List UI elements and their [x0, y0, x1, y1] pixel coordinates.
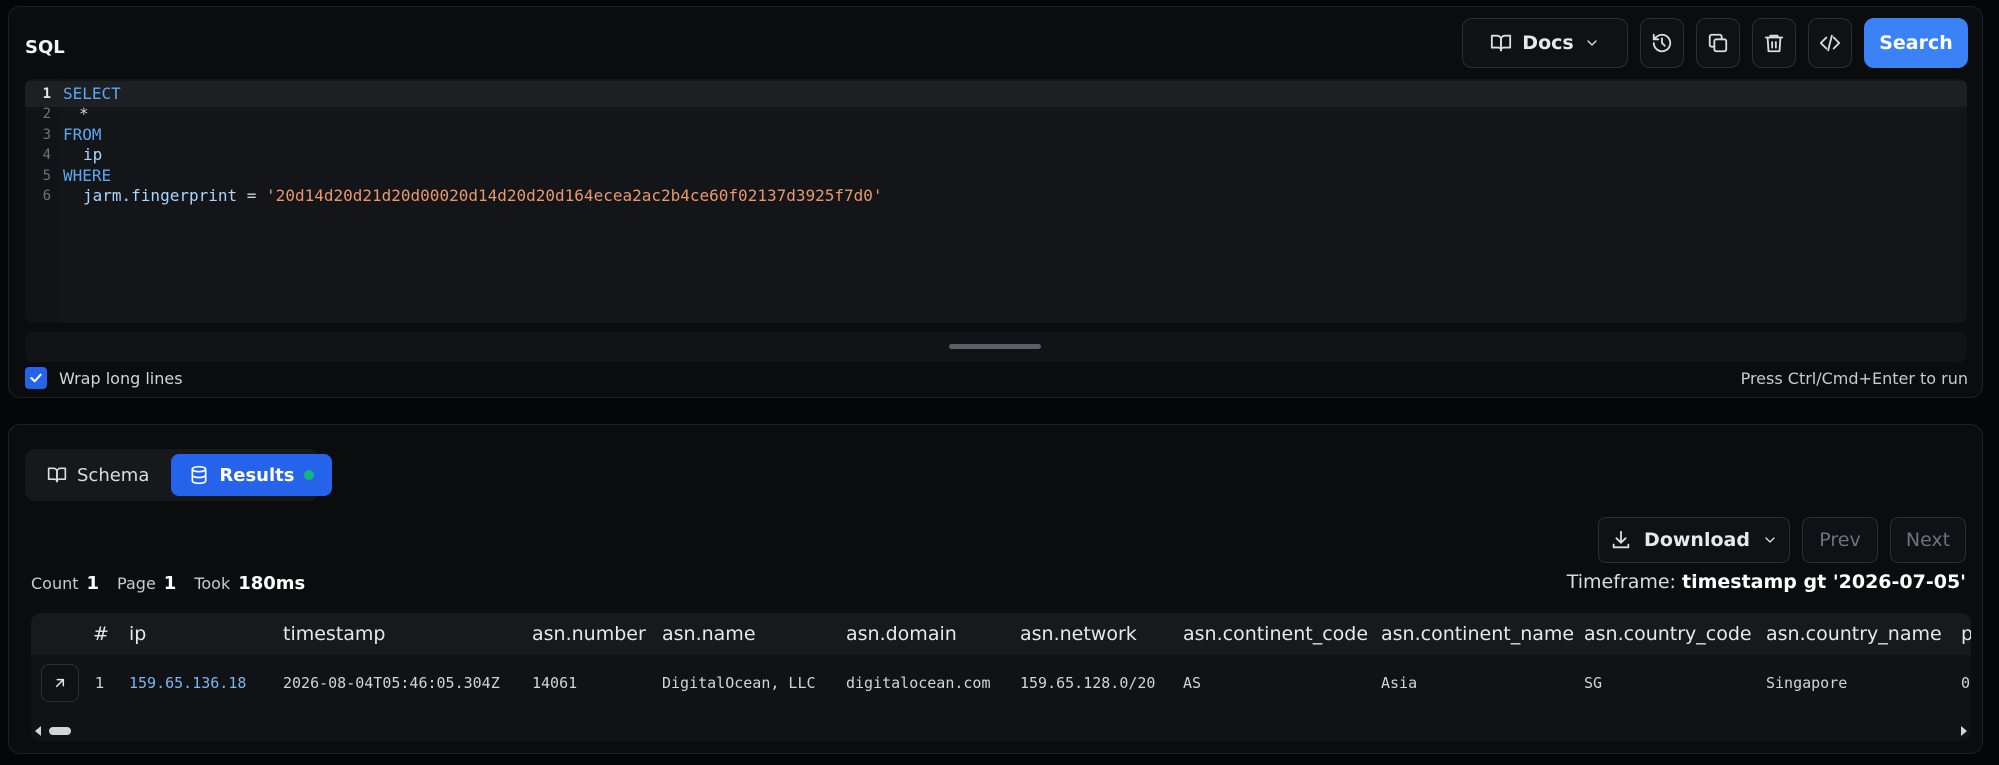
column-header: #: [93, 623, 109, 645]
column-header: pc: [1961, 623, 1971, 645]
column-header: asn.country_code: [1584, 623, 1752, 645]
cell-ip[interactable]: 159.65.136.18: [129, 655, 246, 711]
column-header: timestamp: [283, 623, 386, 645]
history-button[interactable]: [1640, 18, 1684, 68]
result-stats: Count 1 Page 1 Took 180ms: [31, 573, 315, 594]
download-label: Download: [1644, 529, 1750, 551]
tab-results[interactable]: Results: [171, 454, 333, 496]
cell-asn-continent-name: Asia: [1381, 674, 1418, 692]
docs-label: Docs: [1522, 32, 1574, 54]
scrollbar-thumb[interactable]: [49, 727, 71, 735]
editor-resize-bar[interactable]: [25, 332, 1967, 362]
status-dot: [304, 470, 315, 480]
run-hint: Press Ctrl/Cmd+Enter to run: [1740, 369, 1968, 388]
prev-button[interactable]: Prev: [1802, 517, 1878, 563]
docs-button[interactable]: Docs: [1462, 18, 1628, 68]
column-header: asn.continent_code: [1183, 623, 1369, 645]
code-string: '20d14d20d21d20d00020d14d20d20d164ecea2a…: [266, 186, 883, 205]
table-row[interactable]: 1 159.65.136.18 2026-08-04T05:46:05.304Z…: [31, 655, 1971, 711]
row-index: 1: [95, 674, 105, 692]
timeframe-value: timestamp gt '2026-07-05': [1682, 571, 1966, 593]
scroll-right-icon[interactable]: [1961, 726, 1967, 736]
cell-asn-number: 14061: [532, 674, 578, 692]
sql-toolbar: Docs Search: [1462, 18, 1968, 68]
code-condition: jarm.fingerprint = '20d14d20d21d20d00020…: [83, 183, 883, 209]
cell-asn-country-name: Singapore: [1766, 674, 1848, 692]
tab-results-label: Results: [219, 464, 295, 486]
column-header: ip: [129, 623, 147, 645]
copy-button[interactable]: [1696, 18, 1740, 68]
cell-asn-continent-code: AS: [1183, 674, 1202, 692]
download-icon: [1612, 530, 1630, 549]
trash-icon: [1764, 34, 1784, 53]
resize-handle[interactable]: [949, 344, 1041, 349]
column-header: asn.country_name: [1766, 623, 1942, 645]
took-label: Took: [194, 574, 231, 593]
cell-truncated: 0: [1961, 674, 1971, 692]
count-value: 1: [86, 573, 100, 594]
column-header: asn.continent_name: [1381, 623, 1575, 645]
history-icon: [1652, 33, 1672, 53]
code-operator: =: [246, 186, 257, 205]
result-actions: Download Prev Next: [1598, 517, 1966, 563]
copy-icon: [1708, 33, 1728, 53]
code-icon: [1819, 34, 1841, 52]
wrap-label[interactable]: Wrap long lines: [59, 369, 183, 388]
delete-button[interactable]: [1752, 18, 1796, 68]
tab-schema-label: Schema: [77, 464, 150, 486]
column-header: asn.number: [532, 623, 646, 645]
cell-asn-country-code: SG: [1584, 674, 1603, 692]
cell-timestamp: 2026-08-04T05:46:05.304Z: [283, 674, 500, 692]
tab-schema[interactable]: Schema: [29, 454, 167, 496]
page-label: Page: [117, 574, 156, 593]
column-header: asn.name: [662, 623, 756, 645]
check-icon: [30, 373, 42, 383]
arrow-up-right-icon: [55, 678, 65, 688]
column-header: asn.domain: [846, 623, 957, 645]
results-table: # ip timestamp asn.number asn.name asn.d…: [31, 613, 1971, 741]
sql-title: SQL: [25, 37, 65, 58]
book-icon: [47, 467, 67, 483]
wrap-checkbox[interactable]: [25, 367, 47, 389]
code-identifier: jarm.fingerprint: [83, 186, 238, 205]
chevron-down-icon: [1765, 537, 1775, 543]
sql-panel: SQL Docs Search 1 SELECT 2 * 3 FROM 4 ip…: [8, 6, 1983, 398]
results-panel: Schema Results Download Prev Next Count …: [8, 424, 1983, 754]
page-value: 1: [163, 573, 177, 594]
search-button[interactable]: Search: [1864, 18, 1968, 68]
timeframe: Timeframe: timestamp gt '2026-07-05': [1567, 571, 1966, 593]
timeframe-label: Timeframe:: [1566, 571, 1676, 593]
column-header: asn.network: [1020, 623, 1137, 645]
code-button[interactable]: [1808, 18, 1852, 68]
result-tabs: Schema Results: [25, 449, 333, 501]
next-button[interactable]: Next: [1890, 517, 1966, 563]
wrap-long-lines-option[interactable]: Wrap long lines: [25, 367, 183, 389]
cell-asn-network: 159.65.128.0/20: [1020, 674, 1156, 692]
chevron-down-icon: [1587, 40, 1597, 46]
cell-asn-name: DigitalOcean, LLC: [662, 674, 816, 692]
book-icon: [1491, 34, 1512, 52]
took-value: 180ms: [238, 573, 306, 594]
editor-line[interactable]: 6 jarm.fingerprint = '20d14d20d21d20d000…: [25, 183, 1967, 209]
scroll-left-icon[interactable]: [35, 726, 41, 736]
count-label: Count: [31, 574, 79, 593]
horizontal-scrollbar[interactable]: [31, 723, 1971, 739]
sql-editor[interactable]: 1 SELECT 2 * 3 FROM 4 ip 5 WHERE 6 jarm.…: [25, 79, 1967, 323]
download-button[interactable]: Download: [1598, 517, 1790, 563]
cell-asn-domain: digitalocean.com: [846, 674, 991, 692]
open-row-button[interactable]: [41, 664, 79, 702]
table-header: # ip timestamp asn.number asn.name asn.d…: [31, 613, 1971, 655]
line-number: 6: [42, 188, 51, 204]
database-icon: [191, 465, 207, 485]
